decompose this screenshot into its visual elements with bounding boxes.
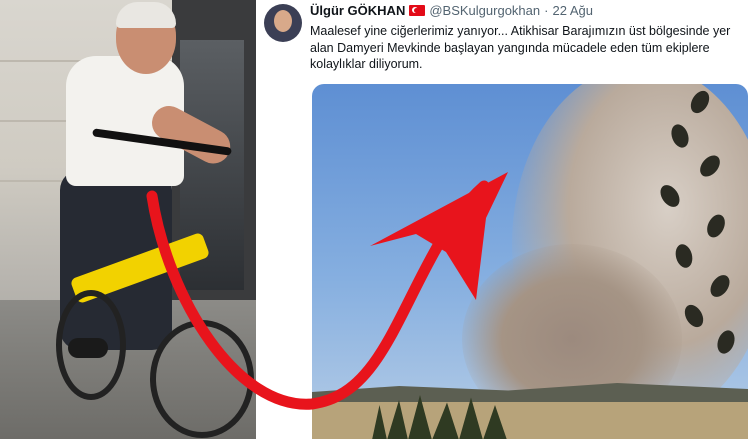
turkey-flag-icon [409, 5, 426, 16]
tweet-media-fire-photo[interactable] [312, 84, 748, 439]
tweet-header: Ülgür GÖKHAN @BSKulgurgokhan · 22 Ağu [310, 3, 750, 21]
leaf [668, 121, 692, 151]
bike-front-wheel [150, 320, 254, 438]
leaf [703, 211, 729, 241]
profile-avatar[interactable] [264, 4, 302, 42]
author-handle[interactable]: @BSKulgurgokhan [429, 3, 540, 18]
foreground-branch [632, 84, 742, 364]
leaf [696, 151, 724, 181]
tweet-text: Maalesef yine ciğerlerimiz yanıyor... At… [310, 24, 731, 71]
author-name[interactable]: Ülgür GÖKHAN [310, 3, 405, 18]
leaf [714, 327, 738, 357]
leaf [673, 242, 695, 270]
leaf [656, 181, 684, 211]
leaf [687, 87, 713, 117]
man-shoe [68, 338, 108, 358]
leaf [681, 301, 707, 331]
man-hair [116, 2, 176, 28]
separator-dot: · [544, 3, 549, 18]
tweet-date[interactable]: 22 Ağu [552, 3, 593, 18]
left-photo-man-on-bicycle [0, 0, 256, 439]
tweet-card: Ülgür GÖKHAN @BSKulgurgokhan · 22 Ağu Maale… [256, 0, 752, 439]
leaf [706, 271, 734, 301]
